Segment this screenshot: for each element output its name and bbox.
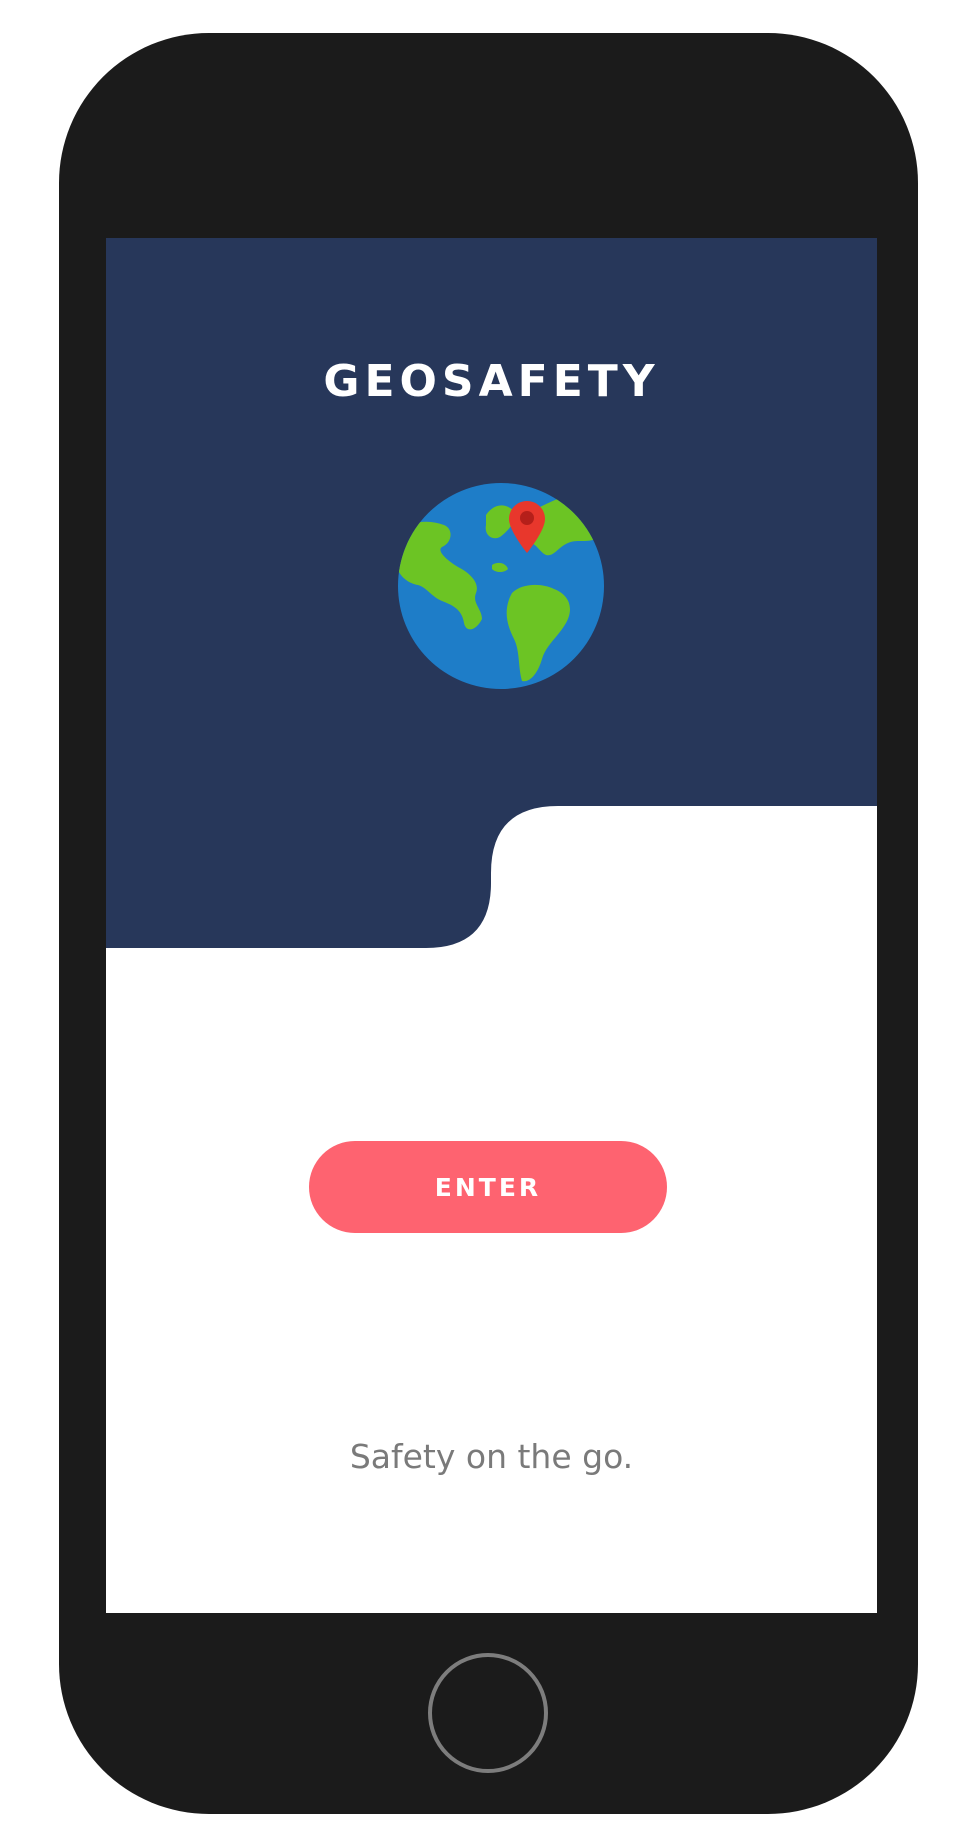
enter-button[interactable]: ENTER <box>309 1141 667 1233</box>
tagline: Safety on the go. <box>349 1437 634 1476</box>
app-screen: GEOSAFETY ENTER Safety on the go. <box>106 238 877 1613</box>
home-button[interactable] <box>428 1653 548 1773</box>
app-title: GEOSAFETY <box>323 356 660 407</box>
globe-with-map-pin-icon <box>398 483 604 689</box>
